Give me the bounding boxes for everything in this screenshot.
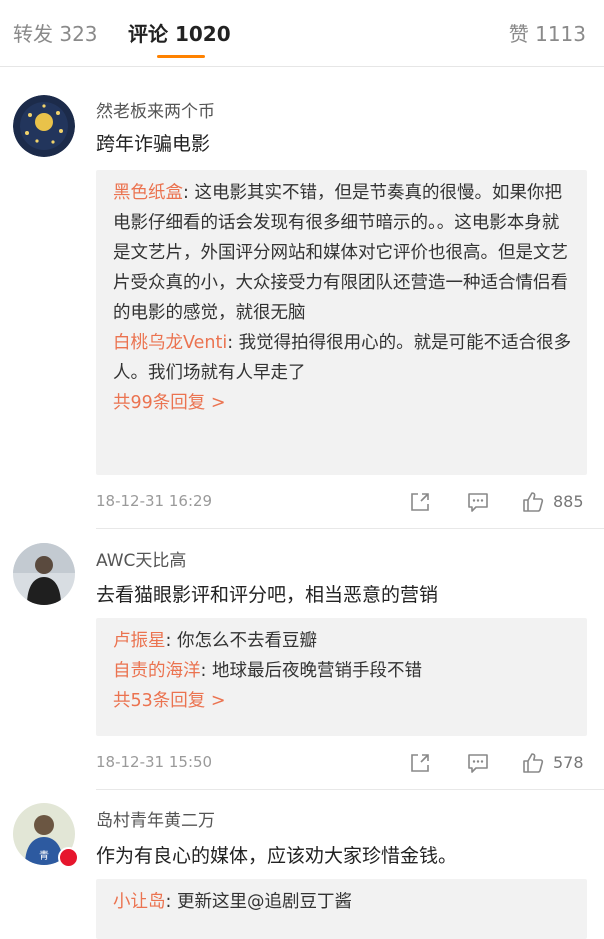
comment-username[interactable]: 然老板来两个币	[96, 97, 215, 122]
reply-item: 卢振星: 你怎么不去看豆瓣	[113, 626, 572, 656]
more-replies-label: 共53条回复 >	[113, 691, 226, 711]
share-icon[interactable]	[408, 490, 432, 514]
comment-footer: 18-12-31 15:50 578	[96, 748, 586, 778]
reply-item: 黑色纸盒: 这电影其实不错，但是节奏真的很慢。如果你把电影仔细看的话会发现有很多…	[113, 178, 572, 328]
tab-repost[interactable]: 转发 323	[13, 18, 98, 47]
share-icon[interactable]	[408, 751, 432, 775]
more-replies-link[interactable]: 共99条回复 >	[113, 388, 572, 418]
reply-username[interactable]: 黑色纸盒	[113, 183, 183, 203]
reply-box[interactable]: 卢振星: 你怎么不去看豆瓣 自责的海洋: 地球最后夜晚营销手段不错 共53条回复…	[96, 618, 587, 736]
tab-likes[interactable]: 赞 1113	[509, 18, 586, 47]
reply-text: : 地球最后夜晚营销手段不错	[200, 661, 422, 681]
comment-icon[interactable]	[466, 490, 490, 514]
reply-username[interactable]: 自责的海洋	[113, 661, 201, 681]
reply-box[interactable]: 黑色纸盒: 这电影其实不错，但是节奏真的很慢。如果你把电影仔细看的话会发现有很多…	[96, 170, 587, 475]
avatar-person-icon	[13, 543, 75, 605]
reply-item: 小让岛: 更新这里@追剧豆丁酱	[113, 887, 572, 917]
thumbs-up-icon[interactable]	[521, 490, 545, 514]
comment-username[interactable]: 岛村青年黄二万	[96, 806, 215, 831]
tab-bar: 转发 323 评论 1020 赞 1113	[0, 0, 604, 67]
reply-item: 自责的海洋: 地球最后夜晚营销手段不错	[113, 656, 572, 686]
reply-item: 白桃乌龙Venti: 我觉得拍得很用心的。就是可能不适合很多人。我们场就有人早走…	[113, 328, 572, 388]
reply-box[interactable]: 小让岛: 更新这里@追剧豆丁酱	[96, 879, 587, 939]
more-replies-label: 共99条回复 >	[113, 393, 226, 413]
more-replies-link[interactable]: 共53条回复 >	[113, 686, 572, 716]
comment-icon[interactable]	[466, 751, 490, 775]
avatar[interactable]	[13, 95, 75, 157]
tab-comments[interactable]: 评论 1020	[128, 18, 231, 47]
comment-timestamp: 18-12-31 16:29	[96, 492, 213, 510]
comment-footer: 18-12-31 16:29 885	[96, 487, 586, 517]
like-count: 885	[553, 492, 584, 511]
divider	[96, 528, 604, 529]
reply-text: : 更新这里@追剧豆丁酱	[165, 892, 352, 912]
like-count: 578	[553, 753, 584, 772]
reply-username[interactable]: 小让岛	[113, 892, 166, 912]
svg-text:青: 青	[39, 849, 49, 862]
comment-text: 作为有良心的媒体，应该劝大家珍惜金钱。	[96, 845, 458, 867]
comment-timestamp: 18-12-31 15:50	[96, 753, 213, 771]
reply-text: : 你怎么不去看豆瓣	[165, 631, 317, 651]
divider	[96, 789, 604, 790]
avatar[interactable]	[13, 543, 75, 605]
vip-badge	[58, 847, 79, 868]
thumbs-up-icon[interactable]	[521, 751, 545, 775]
comment-username[interactable]: AWC天比高	[96, 546, 186, 571]
active-tab-indicator	[157, 55, 205, 58]
comment-text: 去看猫眼影评和评分吧，相当恶意的营销	[96, 584, 439, 606]
reply-text: : 这电影其实不错，但是节奏真的很慢。如果你把电影仔细看的话会发现有很多细节暗示…	[113, 183, 568, 323]
reply-username[interactable]: 卢振星	[113, 631, 166, 651]
reply-username[interactable]: 白桃乌龙Venti	[113, 333, 227, 353]
comment-text: 跨年诈骗电影	[96, 133, 211, 155]
avatar-dark-circle-icon	[13, 95, 75, 157]
